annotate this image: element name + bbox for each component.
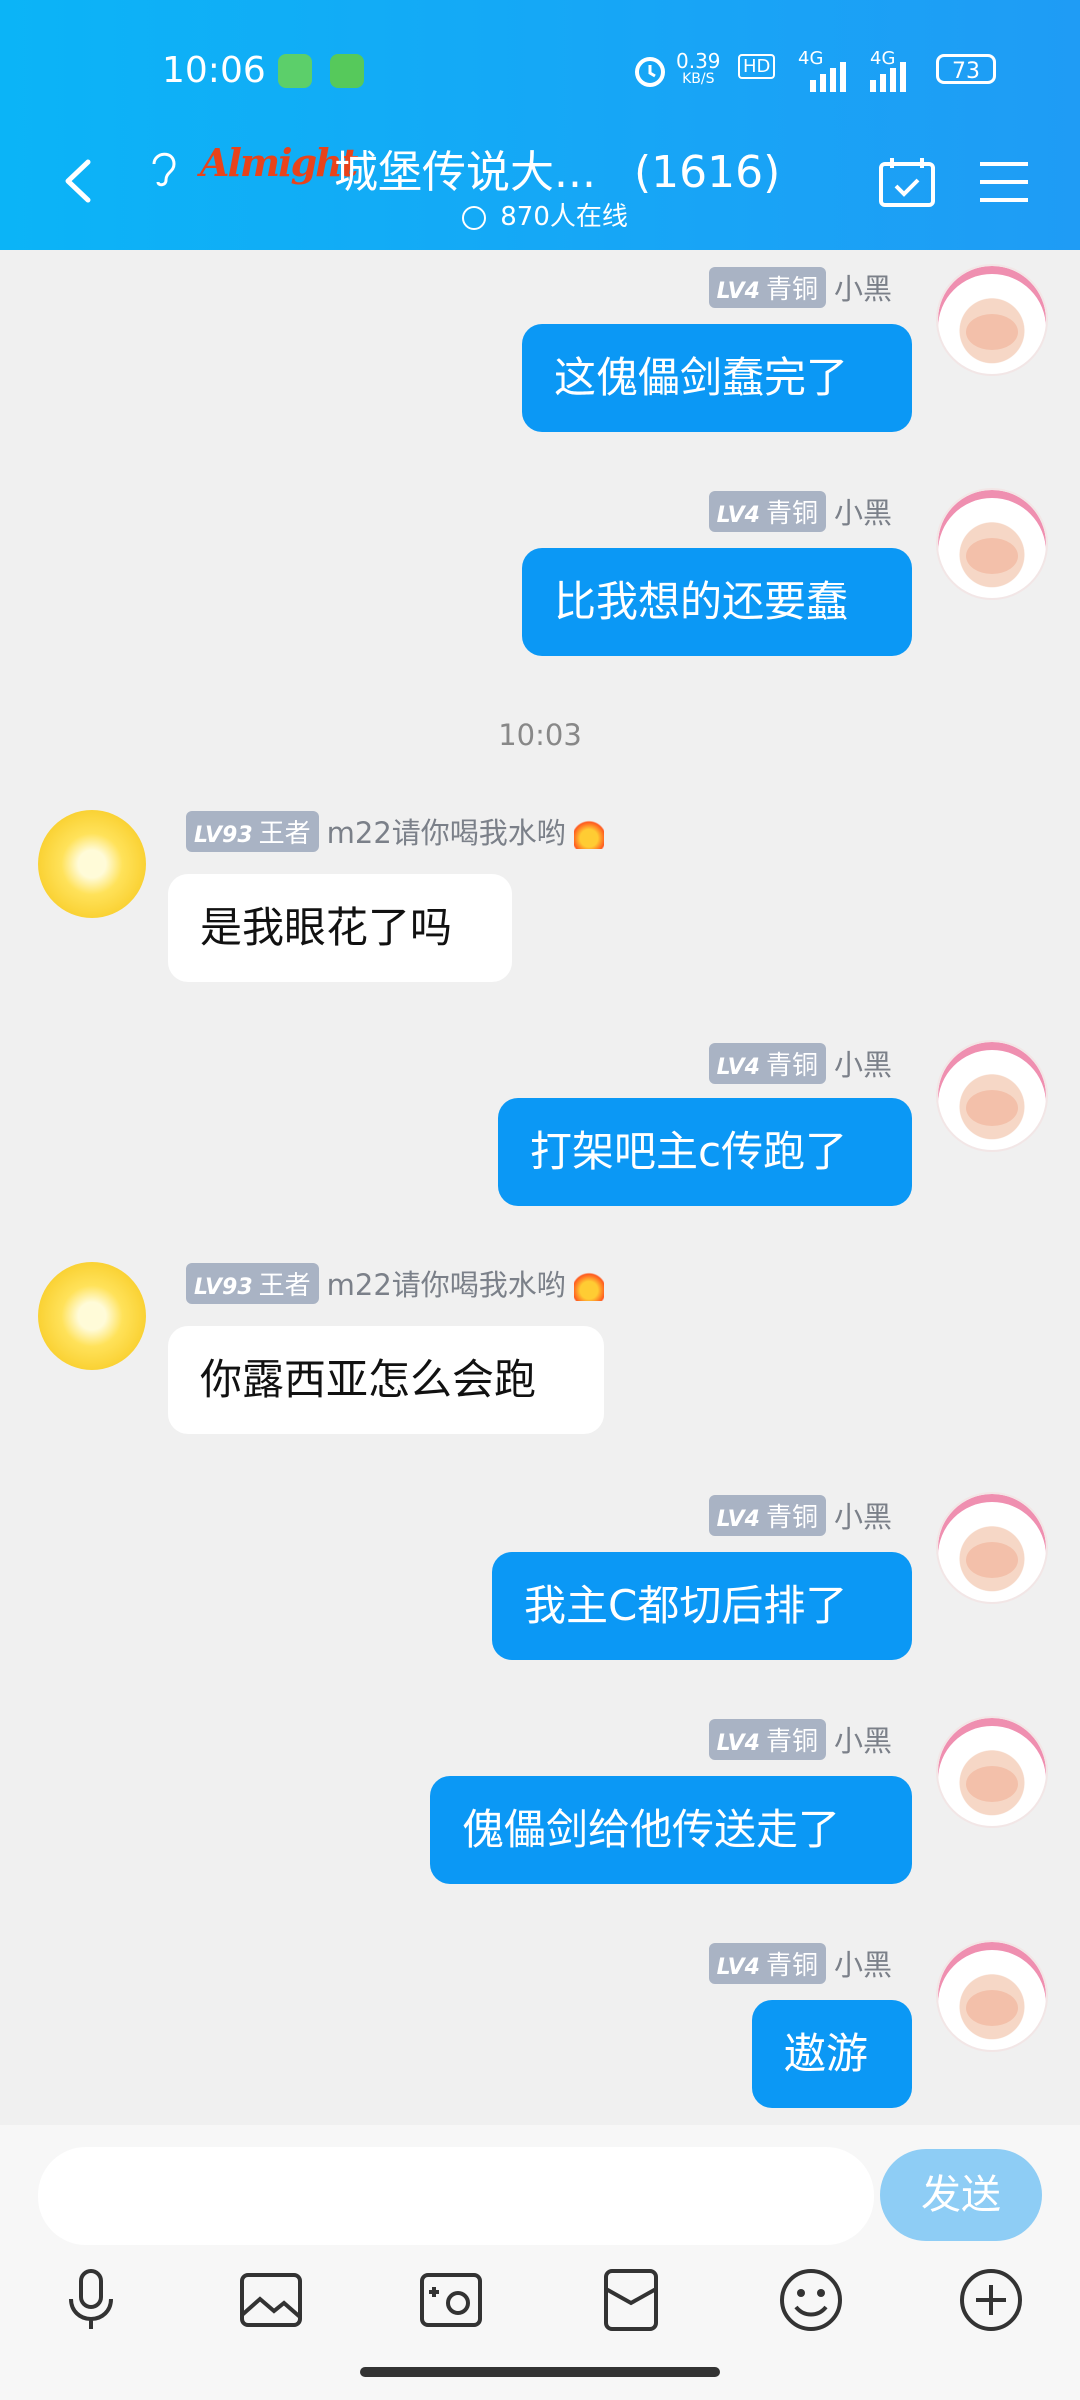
sender-name[interactable]: 小黑 (834, 490, 892, 532)
app-notification-icon (330, 54, 364, 88)
title-row: Almight 城堡传说大... (1616) 870人在线 (0, 130, 1080, 233)
message-list[interactable]: LV4 青铜 小黑 这傀儡剑蠢完了 LV4 青铜 小黑 比我想的还要蠢 10:03 … (0, 250, 1080, 2125)
image-icon[interactable] (236, 2265, 306, 2335)
message-bubble[interactable]: 是我眼花了吗 (168, 874, 512, 982)
message-bubble[interactable]: 比我想的还要蠢 (522, 548, 912, 656)
battery-indicator: 73 (936, 54, 996, 84)
back-icon[interactable] (58, 156, 98, 206)
sender-name[interactable]: m22请你喝我水哟 (327, 1262, 566, 1304)
level: LV93 (194, 1274, 253, 1300)
red-packet-icon[interactable] (596, 2265, 666, 2335)
sender-name[interactable]: 小黑 (834, 266, 892, 308)
avatar[interactable] (936, 488, 1048, 600)
avatar[interactable] (38, 1262, 146, 1370)
sender-name[interactable]: 小黑 (834, 1494, 892, 1536)
clock: 10:06 (162, 50, 266, 91)
level-badge: LV4 青铜 (708, 1718, 826, 1760)
level: LV4 (716, 1730, 760, 1756)
sender-name[interactable]: 小黑 (834, 1942, 892, 1984)
microphone-icon[interactable] (56, 2265, 126, 2335)
status-bar: 10:06 0.39 KB/S HD 4G 4G 73 (0, 40, 1080, 100)
rank: 青铜 (765, 1950, 818, 1981)
level: LV4 (716, 1506, 760, 1532)
group-logo: Almight (200, 140, 358, 185)
avatar[interactable] (936, 1716, 1048, 1828)
composer: 发送 (0, 2125, 1080, 2400)
sender-name[interactable]: 小黑 (834, 1042, 892, 1084)
level-badge: LV4 青铜 (708, 1494, 826, 1536)
message-input[interactable] (38, 2147, 874, 2245)
plus-icon[interactable] (956, 2265, 1026, 2335)
chat-header: 10:06 0.39 KB/S HD 4G 4G 73 Almight 城堡传说… (0, 0, 1080, 250)
sender-meta: LV4 青铜 小黑 (560, 266, 892, 308)
group-title[interactable]: 城堡传说大... (1616) (334, 136, 780, 200)
calendar-checkin-icon[interactable] (878, 156, 936, 208)
sender-meta: LV4 青铜 小黑 (560, 490, 892, 532)
avatar[interactable] (936, 264, 1048, 376)
level: LV4 (716, 502, 760, 528)
rank: 王者 (258, 1270, 311, 1301)
level-badge: LV93 王者 (186, 810, 319, 852)
level-badge: LV4 青铜 (708, 1042, 826, 1084)
avatar[interactable] (38, 810, 146, 918)
menu-icon[interactable] (978, 160, 1030, 204)
home-indicator[interactable] (360, 2367, 720, 2377)
message-bubble[interactable]: 我主C都切后排了 (492, 1552, 912, 1660)
message-bubble[interactable]: 遨游 (752, 2000, 912, 2108)
sender-meta: LV4 青铜 小黑 (560, 1042, 892, 1084)
rank: 青铜 (765, 498, 818, 529)
fire-icon (573, 1265, 604, 1301)
rank: 青铜 (765, 1726, 818, 1757)
online-count: 870人在线 (462, 196, 628, 233)
emoji-icon[interactable] (776, 2265, 846, 2335)
online-text: 870人在线 (500, 202, 628, 232)
rank: 青铜 (765, 274, 818, 305)
sender-meta: LV93 王者 m22请你喝我水哟 (186, 810, 604, 852)
net-speed: 0.39 KB/S (676, 49, 721, 88)
avatar[interactable] (936, 1040, 1048, 1152)
sender-name[interactable]: 小黑 (834, 1718, 892, 1760)
camera-icon[interactable] (416, 2265, 486, 2335)
level: LV93 (194, 822, 253, 848)
messages-notification-icon (278, 54, 312, 88)
level: LV4 (716, 1054, 760, 1080)
ear-icon[interactable] (146, 146, 182, 190)
alarm-icon (635, 57, 665, 87)
group-title-text: 城堡传说大... (334, 147, 596, 198)
signal-icon-2 (870, 62, 906, 92)
avatar[interactable] (936, 1940, 1048, 2052)
message-bubble[interactable]: 你露西亚怎么会跑 (168, 1326, 604, 1434)
sender-meta: LV4 青铜 小黑 (560, 1942, 892, 1984)
rank: 王者 (258, 818, 311, 849)
net-speed-unit: KB/S (682, 71, 715, 87)
level-badge: LV93 王者 (186, 1262, 319, 1304)
member-count: (1616) (633, 147, 781, 198)
level-badge: LV4 青铜 (708, 1942, 826, 1984)
level-badge: LV4 青铜 (708, 490, 826, 532)
net-speed-value: 0.39 (676, 49, 721, 73)
level: LV4 (716, 1954, 760, 1980)
online-check-icon (462, 205, 486, 230)
signal-icon (810, 62, 846, 92)
send-button[interactable]: 发送 (880, 2149, 1042, 2241)
hd-badge: HD (738, 54, 776, 79)
sender-meta: LV4 青铜 小黑 (560, 1494, 892, 1536)
sender-name[interactable]: m22请你喝我水哟 (327, 810, 566, 852)
rank: 青铜 (765, 1050, 818, 1081)
timestamp: 10:03 (498, 718, 582, 752)
message-bubble[interactable]: 这傀儡剑蠢完了 (522, 324, 912, 432)
sender-meta: LV93 王者 m22请你喝我水哟 (186, 1262, 604, 1304)
message-bubble[interactable]: 傀儡剑给他传送走了 (430, 1776, 912, 1884)
level-badge: LV4 青铜 (708, 266, 826, 308)
level: LV4 (716, 278, 760, 304)
rank: 青铜 (765, 1502, 818, 1533)
sender-meta: LV4 青铜 小黑 (560, 1718, 892, 1760)
avatar[interactable] (936, 1492, 1048, 1604)
message-bubble[interactable]: 打架吧主c传跑了 (498, 1098, 912, 1206)
fire-icon (573, 813, 604, 849)
